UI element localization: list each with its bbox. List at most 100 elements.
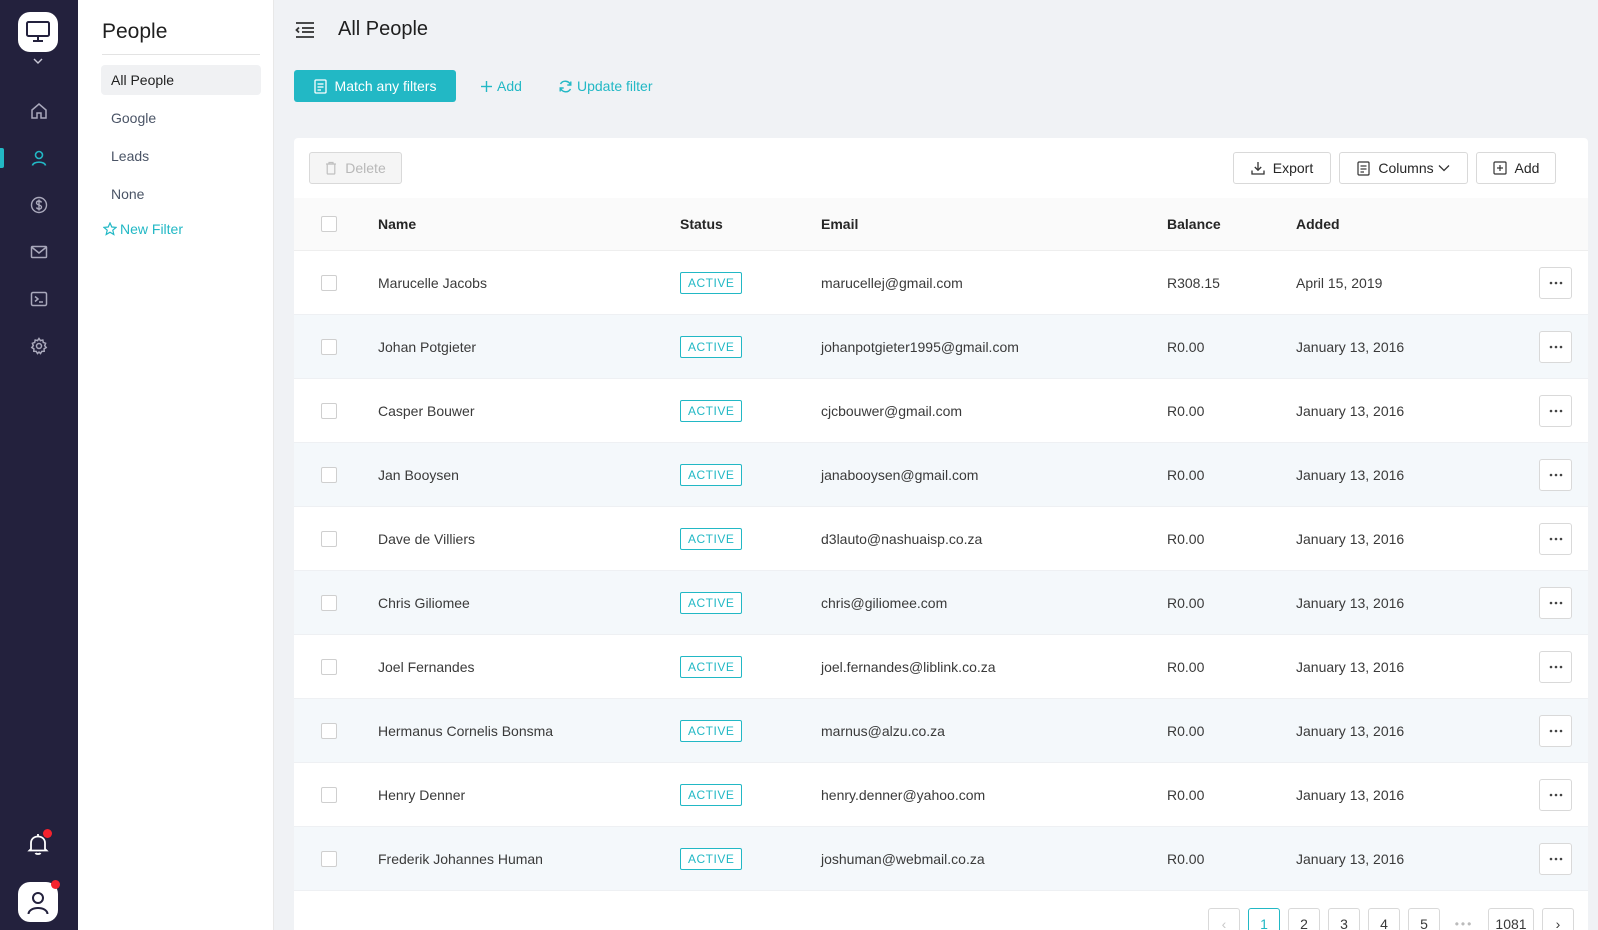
table-row[interactable]: Chris Giliomee ACTIVE chris@giliomee.com R0… <box>294 571 1588 635</box>
people-side-panel: People All People Google Leads None New … <box>78 0 274 930</box>
notifications-button[interactable] <box>27 829 52 858</box>
cell-email: janabooysen@gmail.com <box>821 467 979 483</box>
rail-nav-home[interactable] <box>0 93 78 129</box>
delete-button[interactable]: Delete <box>309 152 402 184</box>
download-icon <box>1251 162 1265 175</box>
add-person-button[interactable]: Add <box>1476 152 1556 184</box>
export-label: Export <box>1272 160 1314 176</box>
ellipsis-icon <box>1549 665 1562 669</box>
row-checkbox[interactable] <box>321 659 337 675</box>
status-badge: ACTIVE <box>680 272 743 294</box>
status-badge: ACTIVE <box>680 656 743 678</box>
column-header-name[interactable]: Name <box>378 198 416 251</box>
columns-dropdown[interactable]: Columns <box>1339 152 1468 184</box>
row-checkbox[interactable] <box>321 595 337 611</box>
status-badge: ACTIVE <box>680 336 743 358</box>
pagination-page-2[interactable]: 2 <box>1288 908 1320 930</box>
row-actions-button[interactable] <box>1539 843 1572 875</box>
table-row[interactable]: Dave de Villiers ACTIVE d3lauto@nashuaisp.… <box>294 507 1588 571</box>
workspace-switcher[interactable] <box>31 56 45 66</box>
rail-nav-billing[interactable] <box>0 187 78 223</box>
cell-name: Hermanus Cornelis Bonsma <box>378 723 554 739</box>
rail-nav-people[interactable] <box>0 140 78 176</box>
row-checkbox[interactable] <box>321 531 337 547</box>
row-actions-button[interactable] <box>1539 267 1572 299</box>
add-person-label: Add <box>1514 160 1540 176</box>
side-item-all-people[interactable]: All People <box>101 65 261 95</box>
status-badge: ACTIVE <box>680 400 743 422</box>
pagination-last-page[interactable]: 1081 <box>1488 908 1534 930</box>
cell-email: henry.denner@yahoo.com <box>821 787 986 803</box>
ellipsis-icon <box>1549 857 1562 861</box>
table-row[interactable]: Jan Booysen ACTIVE janabooysen@gmail.com R0… <box>294 443 1588 507</box>
gear-icon <box>30 337 48 355</box>
pagination-page-3[interactable]: 3 <box>1328 908 1360 930</box>
pagination-prev-button[interactable]: ‹ <box>1208 908 1240 930</box>
row-actions-button[interactable] <box>1539 523 1572 555</box>
pagination-ellipsis[interactable]: ••• <box>1448 908 1480 930</box>
row-actions-button[interactable] <box>1539 715 1572 747</box>
cell-name: Marucelle Jacobs <box>378 275 487 291</box>
cell-added: January 13, 2016 <box>1296 403 1405 419</box>
row-actions-button[interactable] <box>1539 651 1572 683</box>
app-logo[interactable] <box>18 12 58 52</box>
cell-email: joel.fernandes@liblink.co.za <box>821 659 996 675</box>
add-filter-button[interactable]: Add <box>480 78 522 94</box>
ellipsis-icon <box>1549 793 1562 797</box>
pagination-page-5[interactable]: 5 <box>1408 908 1440 930</box>
export-button[interactable]: Export <box>1233 152 1331 184</box>
cell-balance: R0.00 <box>1167 595 1205 611</box>
cell-email: cjcbouwer@gmail.com <box>821 403 963 419</box>
table-row[interactable]: Henry Denner ACTIVE henry.denner@yahoo.com… <box>294 763 1588 827</box>
side-item-leads[interactable]: Leads <box>101 141 261 171</box>
pagination-page-4[interactable]: 4 <box>1368 908 1400 930</box>
row-checkbox[interactable] <box>321 723 337 739</box>
ellipsis-icon <box>1549 281 1562 285</box>
notification-dot <box>43 829 52 838</box>
side-item-none[interactable]: None <box>101 179 261 209</box>
side-item-google[interactable]: Google <box>101 103 261 133</box>
match-any-filters-button[interactable]: Match any filters <box>294 70 456 102</box>
status-badge: ACTIVE <box>680 592 743 614</box>
row-checkbox[interactable] <box>321 787 337 803</box>
cell-email: marnus@alzu.co.za <box>821 723 945 739</box>
row-actions-button[interactable] <box>1539 395 1572 427</box>
column-header-status[interactable]: Status <box>680 198 723 251</box>
table-header: Name Status Email Balance Added <box>294 198 1588 251</box>
rail-nav-terminal[interactable] <box>0 281 78 317</box>
row-checkbox[interactable] <box>321 339 337 355</box>
table-row[interactable]: Joel Fernandes ACTIVE joel.fernandes@libli… <box>294 635 1588 699</box>
row-actions-button[interactable] <box>1539 331 1572 363</box>
cell-name: Henry Denner <box>378 787 466 803</box>
user-avatar[interactable] <box>18 880 60 922</box>
table-row[interactable]: Johan Potgieter ACTIVE johanpotgieter1995@… <box>294 315 1588 379</box>
row-actions-button[interactable] <box>1539 587 1572 619</box>
pagination-page-1[interactable]: 1 <box>1248 908 1280 930</box>
table-row[interactable]: Casper Bouwer ACTIVE cjcbouwer@gmail.com R0… <box>294 379 1588 443</box>
table-row[interactable]: Hermanus Cornelis Bonsma ACTIVE marnus@alz… <box>294 699 1588 763</box>
new-filter-link[interactable]: New Filter <box>103 221 183 237</box>
row-actions-button[interactable] <box>1539 779 1572 811</box>
menu-toggle-button[interactable] <box>294 20 316 40</box>
row-checkbox[interactable] <box>321 467 337 483</box>
row-checkbox[interactable] <box>321 275 337 291</box>
cell-name: Casper Bouwer <box>378 403 475 419</box>
chevron-down-icon <box>33 58 43 64</box>
rail-nav-mail[interactable] <box>0 234 78 270</box>
avatar-icon <box>27 892 49 915</box>
rail-nav-settings[interactable] <box>0 328 78 364</box>
table-row[interactable]: Marucelle Jacobs ACTIVE marucellej@gmail.c… <box>294 251 1588 315</box>
select-all-checkbox[interactable] <box>321 216 337 232</box>
column-header-added[interactable]: Added <box>1296 198 1340 251</box>
row-checkbox[interactable] <box>321 403 337 419</box>
status-badge: ACTIVE <box>680 848 743 870</box>
row-actions-button[interactable] <box>1539 459 1572 491</box>
column-header-email[interactable]: Email <box>821 198 858 251</box>
cell-added: January 13, 2016 <box>1296 339 1405 355</box>
column-header-balance[interactable]: Balance <box>1167 198 1221 251</box>
cell-email: johanpotgieter1995@gmail.com <box>821 339 1019 355</box>
pagination-next-button[interactable]: › <box>1542 908 1574 930</box>
update-filter-button[interactable]: Update filter <box>558 78 652 94</box>
table-row[interactable]: Frederik Johannes Human ACTIVE joshuman@we… <box>294 827 1588 891</box>
row-checkbox[interactable] <box>321 851 337 867</box>
